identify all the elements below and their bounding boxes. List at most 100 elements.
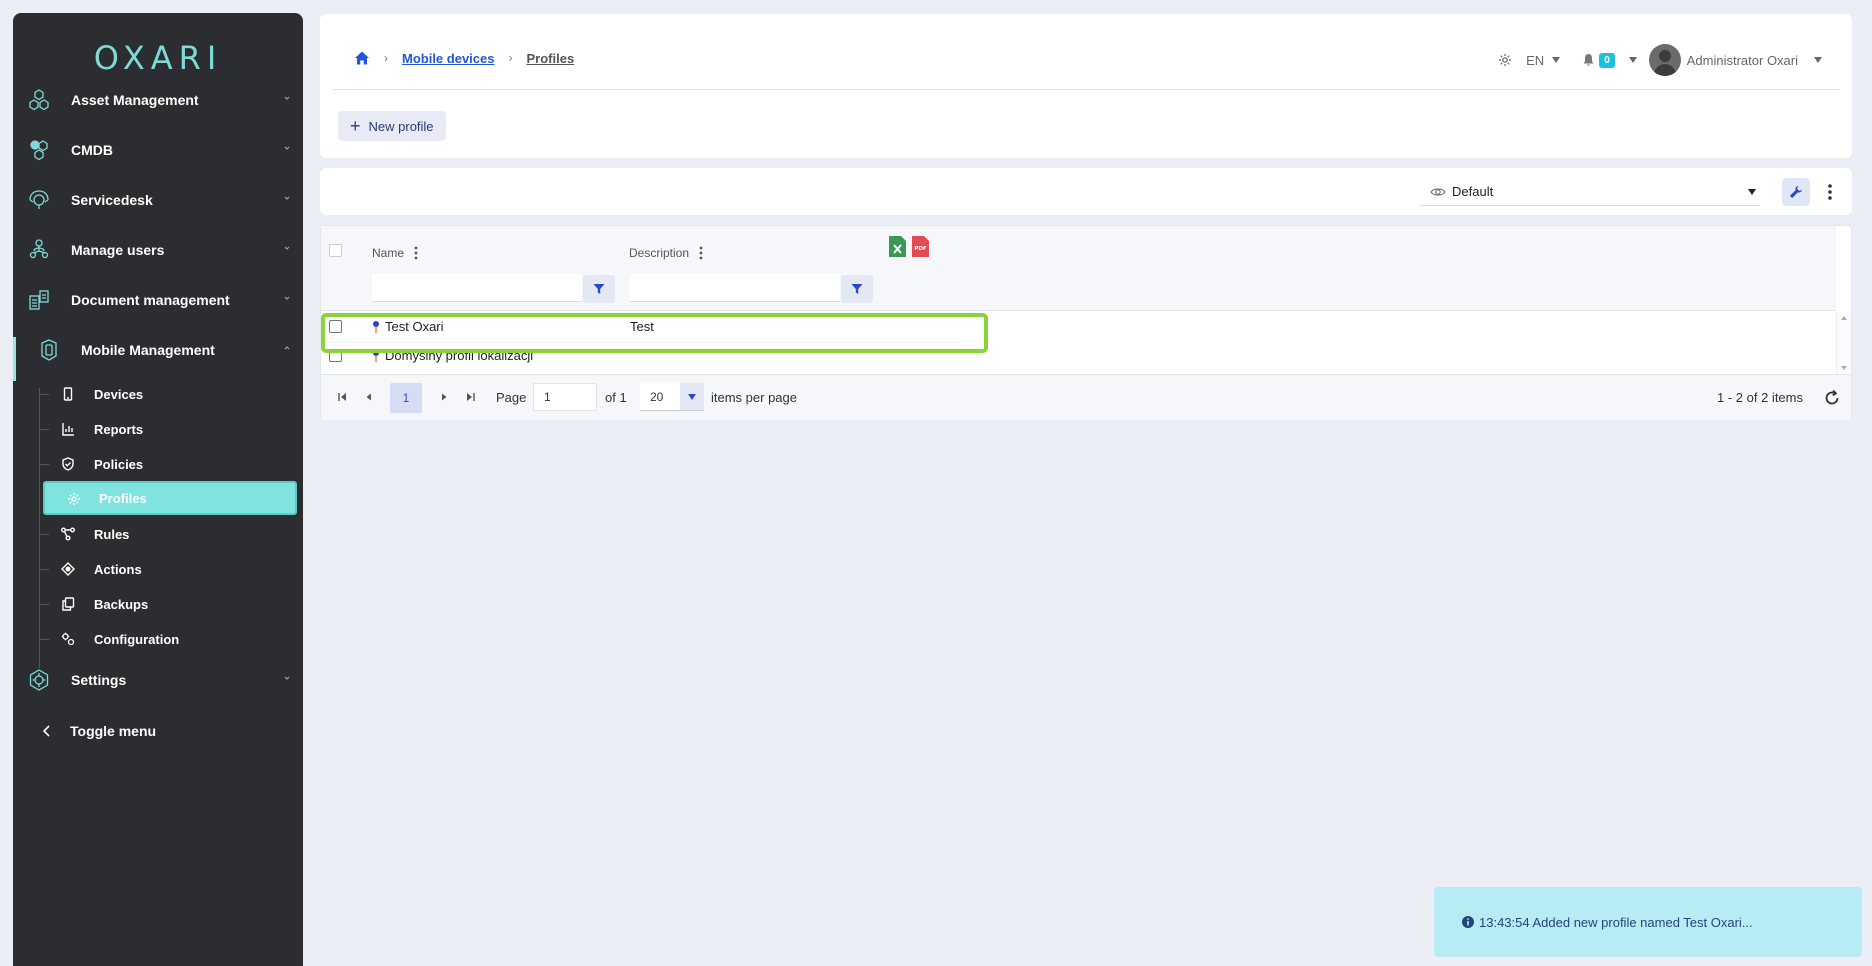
profile-name: Test Oxari — [385, 319, 444, 334]
current-page-button[interactable]: 1 — [390, 383, 422, 413]
breadcrumb: › Mobile devices › Profiles — [354, 50, 574, 66]
tree-tick — [39, 639, 49, 640]
users-icon — [29, 239, 49, 259]
pager: 1 Page of 1 20 items per page 1 - 2 of 2… — [321, 374, 1851, 420]
sidebar-item-label: Asset Management — [71, 92, 199, 108]
row-checkbox[interactable] — [329, 320, 342, 333]
sidebar-item-rules[interactable]: Rules — [39, 518, 303, 550]
sidebar-item-mobile-management[interactable]: Mobile Management — [13, 330, 303, 370]
info-icon — [1462, 916, 1474, 928]
wrench-icon — [1790, 186, 1802, 198]
new-profile-button[interactable]: + New profile — [338, 111, 446, 141]
plus-icon: + — [350, 116, 361, 136]
avatar[interactable] — [1648, 44, 1681, 76]
bell-icon[interactable] — [1582, 53, 1595, 67]
page-size-select[interactable]: 20 — [640, 383, 704, 411]
notification-caret-icon[interactable] — [1628, 57, 1637, 63]
grid-settings-button[interactable] — [1782, 178, 1810, 206]
sidebar-item-devices[interactable]: Devices — [39, 378, 303, 410]
first-page-icon[interactable] — [335, 389, 351, 405]
sidebar-item-servicedesk[interactable]: Servicedesk — [13, 180, 303, 220]
breadcrumb-separator: › — [384, 51, 388, 65]
scroll-down-icon[interactable] — [1841, 366, 1847, 370]
submenu-tree-line — [39, 388, 40, 668]
grid-scrollbar[interactable] — [1836, 312, 1851, 374]
sidebar-item-cmdb[interactable]: CMDB — [13, 130, 303, 170]
chevron-down-icon — [1748, 189, 1756, 195]
tree-tick — [39, 604, 49, 605]
description-filter-input[interactable] — [630, 274, 840, 302]
page-size-dropdown-button[interactable] — [680, 383, 704, 410]
toggle-menu-button[interactable]: Toggle menu — [13, 711, 303, 751]
chevron-down-icon — [284, 196, 290, 200]
sidebar-item-asset-management[interactable]: Asset Management — [13, 80, 303, 120]
sidebar-subitem-label: Backups — [94, 596, 149, 612]
more-options-icon[interactable] — [1820, 180, 1840, 204]
home-icon[interactable] — [354, 50, 370, 66]
user-name[interactable]: Administrator Oxari — [1687, 53, 1798, 68]
column-menu-icon[interactable] — [699, 246, 703, 260]
excel-export-icon[interactable] — [889, 236, 906, 257]
sidebar-item-label: Mobile Management — [81, 342, 215, 358]
sidebar-item-backups[interactable]: Backups — [39, 588, 303, 620]
select-all-checkbox[interactable] — [329, 244, 342, 257]
sidebar-item-policies[interactable]: Policies — [39, 448, 303, 480]
table-row[interactable]: Test Oxari Test — [321, 312, 1836, 343]
mobile-shield-icon — [41, 339, 57, 361]
sidebar-item-label: Servicedesk — [71, 192, 153, 208]
last-page-icon[interactable] — [462, 389, 478, 405]
gear-icon — [68, 493, 80, 505]
row-checkbox[interactable] — [329, 349, 342, 362]
filter-icon — [851, 284, 863, 294]
sidebar-item-manage-users[interactable]: Manage users — [13, 230, 303, 270]
sidebar-item-reports[interactable]: Reports — [39, 413, 303, 445]
language-selector[interactable]: EN — [1526, 53, 1544, 68]
page-number-input[interactable] — [533, 383, 597, 411]
refresh-icon[interactable] — [1823, 389, 1841, 407]
user-menu-caret-icon[interactable] — [1814, 57, 1822, 63]
notification-toast[interactable]: 13:43:54 Added new profile named Test Ox… — [1434, 887, 1862, 957]
tree-tick — [39, 534, 49, 535]
settings-icon[interactable] — [1498, 53, 1512, 67]
toast-message: 13:43:54 Added new profile named Test Ox… — [1479, 914, 1753, 930]
profile-description: Test — [630, 319, 654, 334]
column-header-name[interactable]: Name — [372, 246, 418, 260]
column-menu-icon[interactable] — [414, 246, 418, 260]
tree-tick — [39, 394, 49, 395]
previous-page-icon[interactable] — [361, 389, 377, 405]
description-filter-button[interactable] — [841, 275, 873, 303]
sidebar-subitem-label: Profiles — [99, 490, 147, 506]
hexagons-icon — [29, 89, 49, 111]
next-page-icon[interactable] — [436, 389, 452, 405]
breadcrumb-current[interactable]: Profiles — [526, 51, 574, 66]
view-selector[interactable]: Default — [1420, 178, 1760, 206]
toggle-menu-label: Toggle menu — [70, 723, 157, 739]
grid-toolbar: Default — [320, 168, 1852, 215]
sidebar-item-settings[interactable]: Settings — [13, 660, 303, 700]
documents-icon — [29, 290, 49, 310]
sidebar-subitem-label: Actions — [94, 561, 142, 577]
breadcrumb-mobile-devices[interactable]: Mobile devices — [402, 51, 494, 66]
language-caret-icon[interactable] — [1552, 57, 1561, 63]
sidebar-item-document-management[interactable]: Document management — [13, 280, 303, 320]
sidebar-item-profiles[interactable]: Profiles — [43, 481, 297, 515]
notification-count-badge[interactable]: 0 — [1599, 52, 1615, 68]
sidebar-item-configuration[interactable]: Configuration — [39, 623, 303, 655]
table-row[interactable]: Domyślny profil lokalizacji — [321, 343, 1836, 373]
bar-chart-icon — [62, 423, 74, 436]
pdf-export-icon[interactable]: PDF — [912, 236, 929, 257]
name-filter-input[interactable] — [372, 274, 582, 302]
sidebar-subitem-label: Devices — [94, 386, 144, 402]
eye-icon — [1430, 187, 1446, 196]
headset-icon — [29, 190, 49, 209]
copy-icon — [62, 597, 75, 611]
sidebar-item-actions[interactable]: Actions — [39, 553, 303, 585]
name-filter-button[interactable] — [583, 275, 615, 303]
page-count-label: of 1 — [605, 390, 627, 405]
oxari-logo: OXARI — [93, 39, 223, 77]
column-header-description[interactable]: Description — [629, 246, 703, 260]
sidebar: OXARI Asset Management CMDB Servicedesk … — [13, 13, 303, 966]
scroll-up-icon[interactable] — [1841, 316, 1847, 320]
tree-tick — [39, 569, 49, 570]
phone-icon — [63, 387, 73, 401]
